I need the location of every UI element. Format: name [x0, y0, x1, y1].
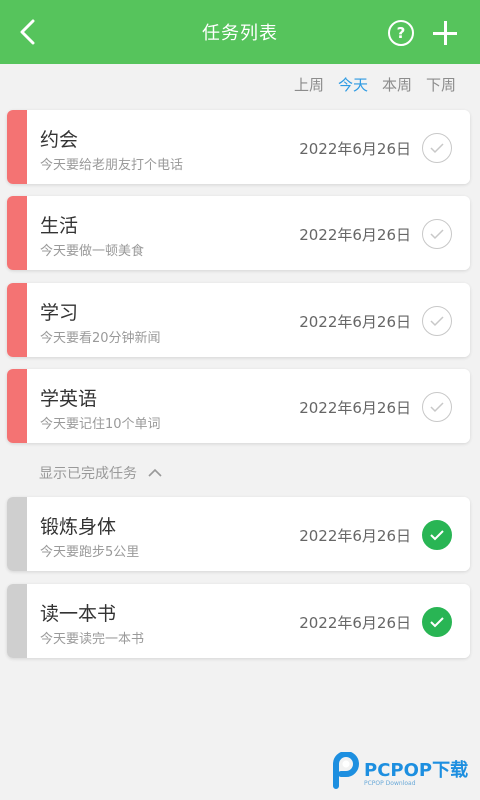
pcpop-watermark: PCPOP下载 PCPOP Download: [330, 752, 468, 790]
task-title: 学英语: [40, 388, 98, 410]
check-icon: [430, 316, 444, 327]
check-icon: [430, 530, 444, 541]
complete-checkbox[interactable]: [422, 219, 452, 249]
task-description: 今天要记住10个单词: [40, 417, 161, 432]
task-date: 2022年6月26日: [299, 399, 411, 417]
chevron-left-icon: [20, 19, 35, 45]
priority-stripe: [7, 369, 27, 443]
help-button[interactable]: ?: [388, 20, 414, 46]
tab-last-week[interactable]: 上周: [294, 74, 324, 94]
task-description: 今天要给老朋友打个电话: [40, 158, 184, 173]
task-title: 锻炼身体: [40, 516, 117, 538]
task-description: 今天要做一顿美食: [40, 244, 145, 259]
priority-stripe: [7, 196, 27, 270]
complete-checkbox[interactable]: [422, 392, 452, 422]
task-title: 学习: [40, 302, 79, 324]
add-task-button[interactable]: [432, 20, 458, 46]
check-icon: [430, 229, 444, 240]
chevron-up-icon: [148, 468, 162, 477]
tab-today[interactable]: 今天: [338, 74, 368, 94]
task-card[interactable]: 生活 今天要做一顿美食 2022年6月26日: [7, 196, 470, 270]
task-title: 约会: [40, 129, 79, 151]
task-card-completed[interactable]: 锻炼身体 今天要跑步5公里 2022年6月26日: [7, 497, 470, 571]
priority-stripe: [7, 283, 27, 357]
task-date: 2022年6月26日: [299, 614, 411, 632]
watermark-brand: PCPOP下载: [364, 759, 469, 781]
complete-checkbox[interactable]: [422, 133, 452, 163]
task-date: 2022年6月26日: [299, 140, 411, 158]
task-date: 2022年6月26日: [299, 313, 411, 331]
task-title: 生活: [40, 215, 79, 237]
complete-checkbox[interactable]: [422, 306, 452, 336]
task-description: 今天要跑步5公里: [40, 545, 140, 560]
task-card-completed[interactable]: 读一本书 今天要读完一本书 2022年6月26日: [7, 584, 470, 658]
priority-stripe: [7, 584, 27, 658]
app-header: 任务列表 ?: [0, 0, 480, 64]
week-tabs: 上周 今天 本周 下周: [294, 74, 456, 94]
pcpop-logo-icon: [333, 752, 359, 789]
page-title: 任务列表: [202, 23, 278, 44]
check-icon: [430, 143, 444, 154]
back-button[interactable]: [14, 18, 42, 46]
complete-checkbox[interactable]: [422, 607, 452, 637]
task-card[interactable]: 学英语 今天要记住10个单词 2022年6月26日: [7, 369, 470, 443]
show-completed-label: 显示已完成任务: [39, 466, 137, 482]
task-card[interactable]: 约会 今天要给老朋友打个电话 2022年6月26日: [7, 110, 470, 184]
question-icon: ?: [396, 23, 406, 42]
task-description: 今天要读完一本书: [40, 632, 145, 647]
check-icon: [430, 617, 444, 628]
task-description: 今天要看20分钟新闻: [40, 331, 161, 346]
check-icon: [430, 402, 444, 413]
tab-next-week[interactable]: 下周: [426, 74, 456, 94]
complete-checkbox[interactable]: [422, 520, 452, 550]
priority-stripe: [7, 497, 27, 571]
tab-this-week[interactable]: 本周: [382, 74, 412, 94]
show-completed-toggle[interactable]: 显示已完成任务: [39, 462, 163, 484]
task-date: 2022年6月26日: [299, 527, 411, 545]
priority-stripe: [7, 110, 27, 184]
task-title: 读一本书: [40, 603, 117, 625]
task-date: 2022年6月26日: [299, 226, 411, 244]
task-card[interactable]: 学习 今天要看20分钟新闻 2022年6月26日: [7, 283, 470, 357]
